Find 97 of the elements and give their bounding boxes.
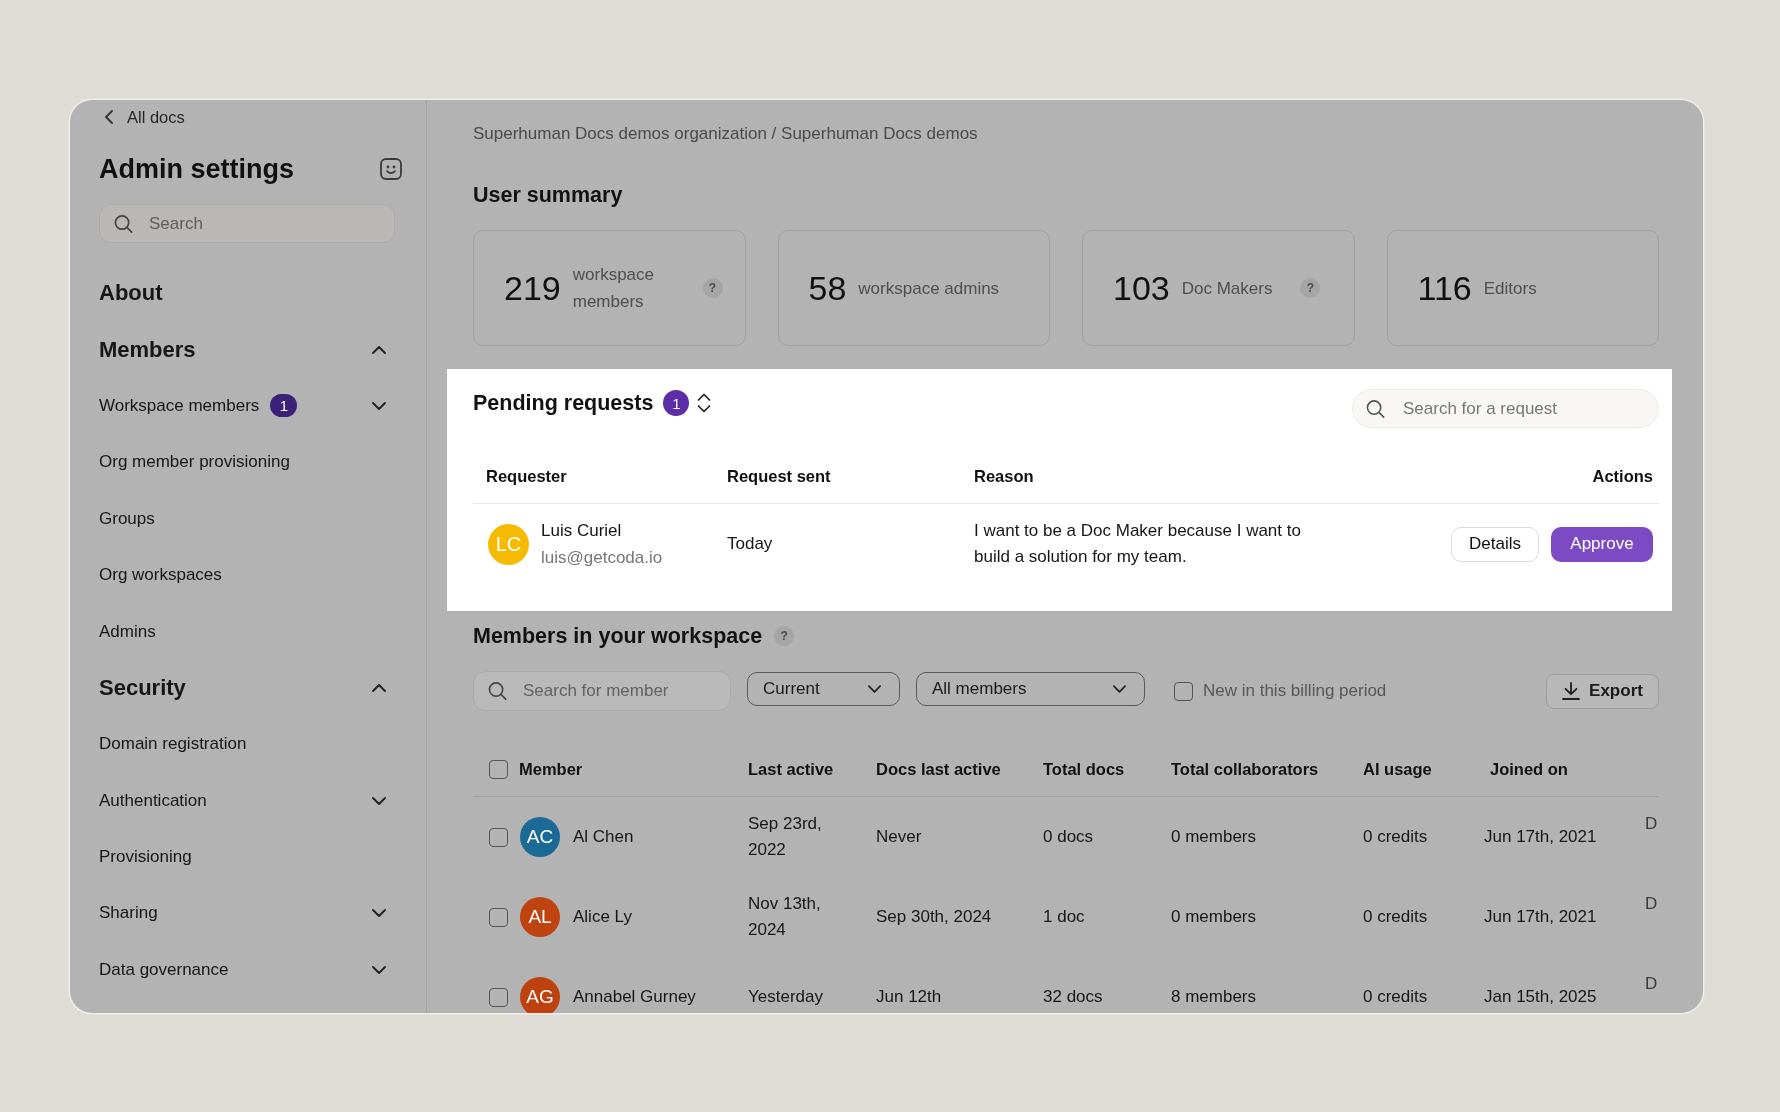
checkbox-label: New in this billing period: [1203, 681, 1387, 701]
stat-value: 58: [808, 268, 847, 308]
nav-item[interactable]: Domain registration: [99, 716, 394, 773]
stat-label: Doc Makers: [1181, 277, 1273, 300]
table-cell-text: Jan 15th, 2025: [1484, 986, 1598, 1008]
help-icon[interactable]: ?: [774, 626, 795, 646]
table-cell-text: I want to be a Doc Maker because I want to build a solution for my team.: [974, 520, 1302, 568]
section-title: User summary: [473, 182, 623, 209]
export-button[interactable]: Export: [1546, 673, 1659, 709]
table-cell-text: Sep 23rd, 2022: [748, 813, 823, 861]
stat-value: 219: [504, 268, 561, 308]
nav-heading[interactable]: Security: [99, 659, 394, 717]
chevron-left-icon: [105, 110, 113, 124]
table-cell-text: Jun 17th, 2021: [1484, 906, 1598, 928]
sort-icon[interactable]: [697, 392, 712, 414]
column-header: Request sent: [727, 466, 831, 485]
search-field[interactable]: Search for member: [473, 671, 731, 711]
download-icon: [1562, 682, 1581, 700]
table-cell-text: Nov 13th, 2024: [748, 893, 822, 941]
notification-count: 1: [270, 394, 298, 418]
table-cell: D: [1645, 813, 1659, 835]
stat-value: 103: [1113, 268, 1170, 308]
table-cell: D: [1645, 893, 1659, 915]
section-title: Pending requests: [473, 390, 654, 417]
approve-button[interactable]: Approve: [1551, 526, 1653, 562]
column-header: Joined on: [1490, 759, 1568, 778]
nav-item[interactable]: Org workspaces: [99, 546, 394, 604]
row-checkbox[interactable]: [489, 987, 508, 1007]
avatar: AL: [520, 897, 560, 937]
chevron-down-icon: [1113, 685, 1126, 693]
nav-heading[interactable]: Members: [99, 321, 394, 378]
back-link[interactable]: All docs: [105, 106, 185, 128]
nav-item[interactable]: Data governance: [99, 941, 394, 999]
request-count: 1: [663, 390, 690, 416]
column-header: Total collaborators: [1171, 759, 1319, 778]
nav-item[interactable]: Workspace members 1: [99, 377, 394, 435]
table-cell-text: 0 credits: [1363, 906, 1429, 928]
requester-name: Luis Curiel: [541, 520, 623, 542]
table-cell-text: Yesterday: [748, 986, 824, 1008]
table-cell: D: [1645, 973, 1659, 995]
search-icon: [488, 681, 507, 701]
table-cell-text: 0 docs: [1043, 826, 1095, 848]
member-name: Annabel Gurney: [573, 986, 696, 1008]
table-cell-text: 8 members: [1171, 986, 1258, 1008]
nav-item[interactable]: Authentication: [99, 772, 394, 829]
column-header: Actions: [1592, 466, 1653, 485]
filter-dropdown[interactable]: All members: [916, 672, 1145, 706]
column-header: Requester: [486, 466, 567, 485]
help-icon[interactable]: ?: [702, 278, 723, 298]
stat-label: workspace members: [572, 264, 655, 313]
nav-heading[interactable]: About: [99, 265, 394, 322]
search-icon: [114, 214, 133, 233]
nav-item[interactable]: Provisioning: [99, 828, 394, 886]
nav-item[interactable]: Org member provisioning: [99, 434, 394, 491]
table-cell-text: Jun 17th, 2021: [1484, 826, 1598, 848]
chevron-down-icon: [868, 685, 881, 693]
row-checkbox[interactable]: [489, 827, 508, 847]
section-title: Members in your workspace: [473, 623, 763, 650]
table-cell-text: 1 doc: [1043, 906, 1086, 928]
member-name: Al Chen: [573, 826, 634, 848]
table-cell-text: 0 credits: [1363, 826, 1429, 848]
column-header: AI usage: [1363, 759, 1432, 778]
stat-label: Editors: [1483, 277, 1537, 300]
checkbox[interactable]: [489, 759, 508, 779]
nav-item[interactable]: Sharing: [99, 885, 394, 942]
table-cell-text: Never: [876, 826, 923, 848]
search-field[interactable]: Search: [99, 204, 395, 243]
nav-item[interactable]: Groups: [99, 490, 394, 547]
table-cell-text: 0 members: [1171, 906, 1258, 928]
checkbox[interactable]: [1174, 681, 1193, 701]
table-cell-text: Today: [727, 533, 774, 555]
stat-label: workspace admins: [858, 277, 1000, 300]
table-cell-text: 0 credits: [1363, 986, 1429, 1008]
details-button[interactable]: Details: [1451, 526, 1539, 562]
search-icon: [1366, 399, 1385, 418]
avatar: AG: [520, 977, 560, 1013]
avatar: AC: [520, 817, 560, 857]
requester-email: luis@getcoda.io: [541, 547, 663, 569]
breadcrumb: Superhuman Docs demos organization / Superhuman Docs demos: [473, 123, 978, 145]
table-cell-text: 0 members: [1171, 826, 1258, 848]
column-header: Docs last active: [876, 759, 1001, 778]
column-header: Member: [519, 759, 583, 779]
table-cell-text: 32 docs: [1043, 986, 1104, 1008]
column-header: Reason: [974, 466, 1034, 485]
smiley-icon[interactable]: [380, 158, 402, 180]
column-header: Last active: [748, 759, 834, 778]
filter-dropdown[interactable]: Current: [747, 672, 900, 706]
avatar: LC: [488, 523, 529, 565]
row-checkbox[interactable]: [489, 907, 508, 927]
help-icon[interactable]: ?: [1300, 278, 1321, 298]
table-cell-text: Jun 12th: [876, 986, 943, 1008]
member-name: Alice Ly: [573, 906, 632, 928]
column-header: Total docs: [1043, 759, 1125, 778]
stat-value: 116: [1417, 268, 1472, 308]
table-cell-text: Sep 30th, 2024: [876, 906, 993, 928]
nav-item[interactable]: Admins: [99, 603, 394, 660]
page-title: Admin settings: [99, 153, 294, 186]
